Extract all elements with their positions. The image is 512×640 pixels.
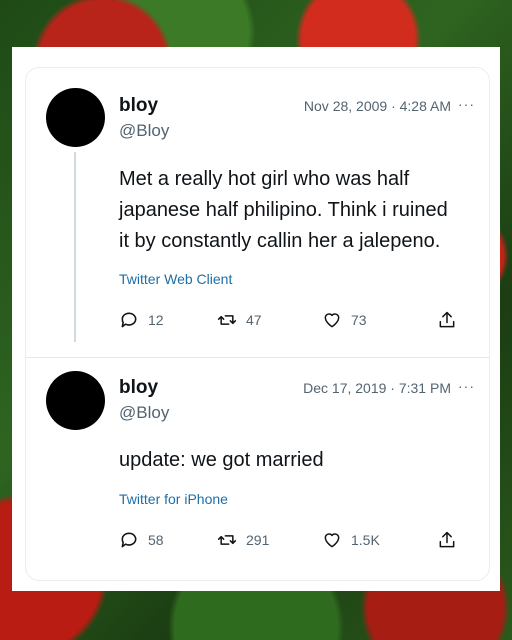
avatar[interactable] — [46, 88, 105, 147]
retweet-arrows-icon — [217, 535, 237, 545]
reply-count: 12 — [148, 312, 164, 328]
tweet: bloy @Bloy Dec 17, 2019 · 7:31 PM ··· up… — [26, 357, 489, 580]
user-handle[interactable]: @Bloy — [119, 403, 169, 423]
tweet-text-line: it by constantly callin her a jalepeno. — [119, 230, 441, 252]
share-button[interactable] — [437, 310, 457, 330]
heart-icon — [324, 533, 340, 548]
tweet-text-line: Met a really hot girl who was half — [119, 168, 410, 190]
display-name[interactable]: bloy — [119, 95, 158, 117]
thread-connector-line — [74, 152, 76, 342]
speech-bubble-icon — [121, 312, 137, 328]
tweet-source-link[interactable]: Twitter Web Client — [119, 271, 232, 287]
more-options-icon[interactable]: ··· — [458, 378, 475, 394]
reply-button[interactable]: 12 — [119, 310, 164, 330]
like-count: 1.5K — [351, 532, 380, 548]
share-upload-icon — [439, 311, 455, 328]
timestamp[interactable]: Nov 28, 2009 · 4:28 AM — [304, 98, 451, 114]
screenshot-frame: bloy @Bloy Nov 28, 2009 · 4:28 AM ··· Me… — [12, 47, 500, 591]
tweet-text: update: we got married — [119, 445, 459, 476]
tweet-text: Met a really hot girl who was half japan… — [119, 164, 459, 257]
reply-count: 58 — [148, 532, 164, 548]
timestamp[interactable]: Dec 17, 2019 · 7:31 PM — [303, 380, 451, 396]
tweet: bloy @Bloy Nov 28, 2009 · 4:28 AM ··· Me… — [26, 68, 489, 358]
reply-button[interactable]: 58 — [119, 530, 164, 550]
user-handle[interactable]: @Bloy — [119, 121, 169, 141]
like-count: 73 — [351, 312, 367, 328]
tweet-actions: 58 291 1.5K — [119, 530, 459, 554]
tweet-actions: 12 47 73 — [119, 310, 459, 334]
speech-bubble-icon — [121, 532, 137, 548]
share-upload-icon — [439, 531, 455, 548]
retweet-button[interactable]: 47 — [217, 310, 262, 330]
retweet-count: 47 — [246, 312, 262, 328]
tweet-thread-card: bloy @Bloy Nov 28, 2009 · 4:28 AM ··· Me… — [25, 67, 490, 581]
retweet-count: 291 — [246, 532, 270, 548]
avatar[interactable] — [46, 371, 105, 430]
display-name[interactable]: bloy — [119, 377, 158, 399]
tweet-source-link[interactable]: Twitter for iPhone — [119, 491, 228, 507]
retweet-button[interactable]: 291 — [217, 530, 269, 550]
more-options-icon[interactable]: ··· — [458, 96, 475, 112]
tweet-text-line: japanese half philipino. Think i ruined — [119, 199, 448, 221]
retweet-arrows-icon — [217, 315, 237, 325]
like-button[interactable]: 1.5K — [322, 530, 380, 550]
share-button[interactable] — [437, 530, 457, 550]
heart-icon — [324, 313, 340, 328]
like-button[interactable]: 73 — [322, 310, 367, 330]
tweet-text-line: update: we got married — [119, 449, 324, 471]
